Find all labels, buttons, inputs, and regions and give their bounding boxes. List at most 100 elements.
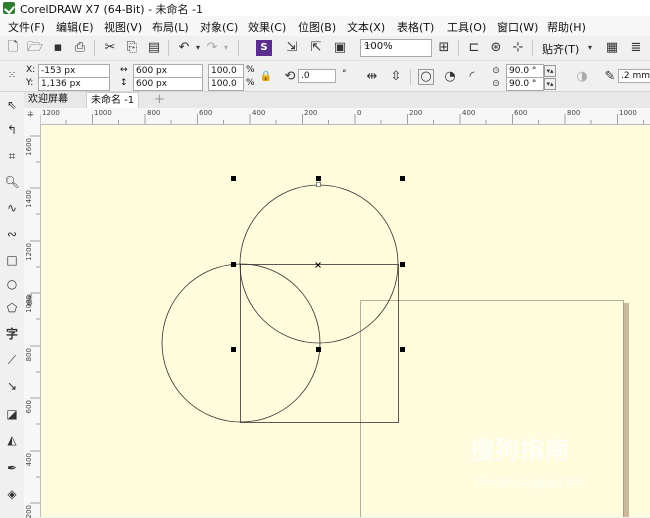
object-origin-icon[interactable]: ⁙ bbox=[4, 68, 20, 84]
search-content-icon[interactable]: S bbox=[256, 40, 272, 56]
show-grid-icon[interactable]: ⊛ bbox=[488, 40, 504, 56]
export-icon[interactable]: ⇱ bbox=[308, 40, 324, 56]
toolbar-separator bbox=[532, 40, 533, 56]
open-folder-icon[interactable]: 🗁 bbox=[27, 40, 43, 56]
window-title: CorelDRAW X7 (64-Bit) - 未命名 -1 bbox=[20, 3, 204, 16]
ruler-origin-icon: ⁜ bbox=[27, 110, 34, 119]
show-guidelines-icon[interactable]: ⊹ bbox=[510, 40, 526, 56]
drop-shadow-icon[interactable]: ◪ bbox=[4, 406, 20, 422]
redo-dropdown-icon[interactable]: ▾ bbox=[218, 40, 234, 56]
ruler-label: 1000 bbox=[94, 109, 112, 117]
ruler-label: 200 bbox=[409, 109, 423, 117]
shape-tool-icon[interactable]: ↰ bbox=[4, 122, 20, 138]
tab-untitled-1[interactable]: 未命名 -1 bbox=[86, 92, 140, 109]
polygon-tool-icon[interactable]: ⬠ bbox=[4, 300, 20, 316]
cut-icon[interactable]: ✂ bbox=[102, 40, 118, 56]
application-launcher-icon[interactable]: ≣ bbox=[628, 40, 644, 56]
vertical-ruler[interactable]: 1600 1400 1200 1000 800 600 400 200 像素 bbox=[24, 124, 41, 518]
height-icon: ↕ bbox=[120, 78, 128, 88]
add-tab-icon[interactable]: + bbox=[150, 92, 169, 108]
transparency-icon[interactable]: ◭ bbox=[4, 432, 20, 448]
menu-file[interactable]: 文件(F) bbox=[8, 19, 45, 35]
ruler-label: 1600 bbox=[25, 138, 33, 156]
copy-icon[interactable]: ⎘ bbox=[124, 40, 140, 56]
import-icon[interactable]: ⇲ bbox=[284, 40, 300, 56]
zoom-tool-icon[interactable]: 🔍︎ bbox=[4, 174, 20, 190]
mirror-vertical-icon[interactable]: ⇳ bbox=[388, 69, 404, 85]
square-shape bbox=[240, 264, 399, 423]
freehand-tool-icon[interactable]: ∿ bbox=[4, 200, 20, 216]
menu-tools[interactable]: 工具(O) bbox=[447, 19, 486, 35]
snap-to-button[interactable]: 贴齐(T) bbox=[542, 41, 579, 57]
tab-welcome-screen[interactable]: 欢迎屏幕 bbox=[24, 92, 72, 108]
toolbar-separator bbox=[410, 69, 411, 85]
show-rulers-icon[interactable]: ⊏ bbox=[466, 40, 482, 56]
scale-x-field[interactable]: 100.0 bbox=[208, 64, 244, 78]
menu-effects[interactable]: 效果(C) bbox=[248, 19, 286, 35]
ruler-label: 400 bbox=[25, 453, 33, 467]
start-angle-field[interactable]: 90.0 ° bbox=[506, 64, 544, 78]
toolbar-separator bbox=[94, 40, 95, 56]
mirror-horizontal-icon[interactable]: ⇹ bbox=[364, 69, 380, 85]
ellipse-mode-icon[interactable]: ○ bbox=[418, 69, 434, 85]
ellipse-tool-icon[interactable]: ○ bbox=[4, 276, 20, 292]
lock-ratio-icon[interactable]: 🔒 bbox=[258, 69, 274, 85]
menu-view[interactable]: 视图(V) bbox=[104, 19, 142, 35]
ruler-label: 1000 bbox=[619, 109, 637, 117]
save-icon[interactable]: ▪ bbox=[50, 40, 66, 56]
rotation-field[interactable]: .0 bbox=[298, 69, 336, 83]
page-shadow bbox=[623, 303, 629, 517]
toolbar-separator bbox=[458, 40, 459, 56]
chevron-down-icon: ⌵ bbox=[364, 40, 371, 50]
ruler-label: 400 bbox=[462, 109, 476, 117]
watermark-url: zhinan.sogou.com bbox=[475, 475, 585, 489]
artistic-media-icon[interactable]: ∾ bbox=[4, 226, 20, 242]
height-field[interactable]: 600 px bbox=[133, 77, 203, 91]
eyedropper-icon[interactable]: ✒ bbox=[4, 460, 20, 476]
rectangle-tool-icon[interactable]: □ bbox=[4, 252, 20, 268]
publish-pdf-icon[interactable]: ▣ bbox=[332, 40, 348, 56]
end-angle-field[interactable]: 90.0 ° bbox=[506, 77, 544, 91]
pie-mode-icon[interactable]: ◔ bbox=[442, 69, 458, 85]
full-screen-preview-icon[interactable]: ⊞ bbox=[436, 40, 452, 56]
menu-layout[interactable]: 布局(L) bbox=[152, 19, 189, 35]
spinner-icon[interactable]: ▾▴ bbox=[544, 78, 556, 90]
horizontal-ruler[interactable]: 1200 1000 800 600 400 200 0 200 400 600 … bbox=[40, 108, 650, 125]
y-label: Y: bbox=[26, 78, 34, 88]
text-tool-icon[interactable]: 字 bbox=[4, 326, 20, 342]
options-icon[interactable]: ▦ bbox=[604, 40, 620, 56]
new-document-icon[interactable]: 🗋 bbox=[5, 40, 21, 56]
menu-object[interactable]: 对象(C) bbox=[200, 19, 238, 35]
parallel-dimension-icon[interactable]: ⟋ bbox=[4, 352, 20, 368]
menu-bitmaps[interactable]: 位图(B) bbox=[298, 19, 336, 35]
print-icon[interactable]: ⎙ bbox=[72, 40, 88, 56]
menu-window[interactable]: 窗口(W) bbox=[497, 19, 538, 35]
ruler-unit-label: 像素 bbox=[27, 294, 34, 306]
toolbox: ⇖ ↰ ⌗ 🔍︎ ∿ ∾ □ ○ ⬠ 字 ⟋ ↘ ◪ ◭ ✒ ◈ bbox=[0, 92, 25, 517]
y-position-field[interactable]: 1,136 px bbox=[38, 77, 110, 91]
ruler-label: 800 bbox=[567, 109, 581, 117]
zoom-level-select[interactable]: 100% ⌵ bbox=[360, 39, 432, 57]
outline-width-field[interactable]: .2 mm bbox=[618, 69, 650, 83]
scale-y-field[interactable]: 100.0 bbox=[208, 77, 244, 91]
menu-help[interactable]: 帮助(H) bbox=[547, 19, 586, 35]
center-marker bbox=[315, 262, 321, 268]
x-position-field[interactable]: -153 px bbox=[38, 64, 110, 78]
direction-icon[interactable]: ◑ bbox=[574, 69, 590, 85]
width-field[interactable]: 600 px bbox=[133, 64, 203, 78]
width-icon: ↔ bbox=[120, 65, 128, 75]
horizontal-ruler-ticks bbox=[40, 114, 644, 124]
menu-text[interactable]: 文本(X) bbox=[347, 19, 385, 35]
menu-table[interactable]: 表格(T) bbox=[397, 19, 434, 35]
chevron-down-icon[interactable]: ▾ bbox=[582, 40, 598, 56]
spinner-icon[interactable]: ▾▴ bbox=[544, 65, 556, 77]
property-bar: ⁙ X: Y: -153 px 1,136 px ↔ ↕ 600 px 600 … bbox=[0, 61, 650, 92]
ruler-origin[interactable]: ⁜ bbox=[24, 108, 41, 125]
arc-mode-icon[interactable]: ◜ bbox=[464, 69, 480, 85]
connector-tool-icon[interactable]: ↘ bbox=[4, 378, 20, 394]
interactive-fill-icon[interactable]: ◈ bbox=[4, 486, 20, 502]
paste-icon[interactable]: ▤ bbox=[146, 40, 162, 56]
menu-edit[interactable]: 编辑(E) bbox=[56, 19, 94, 35]
crop-tool-icon[interactable]: ⌗ bbox=[4, 148, 20, 164]
pick-tool-icon[interactable]: ⇖ bbox=[4, 97, 20, 113]
